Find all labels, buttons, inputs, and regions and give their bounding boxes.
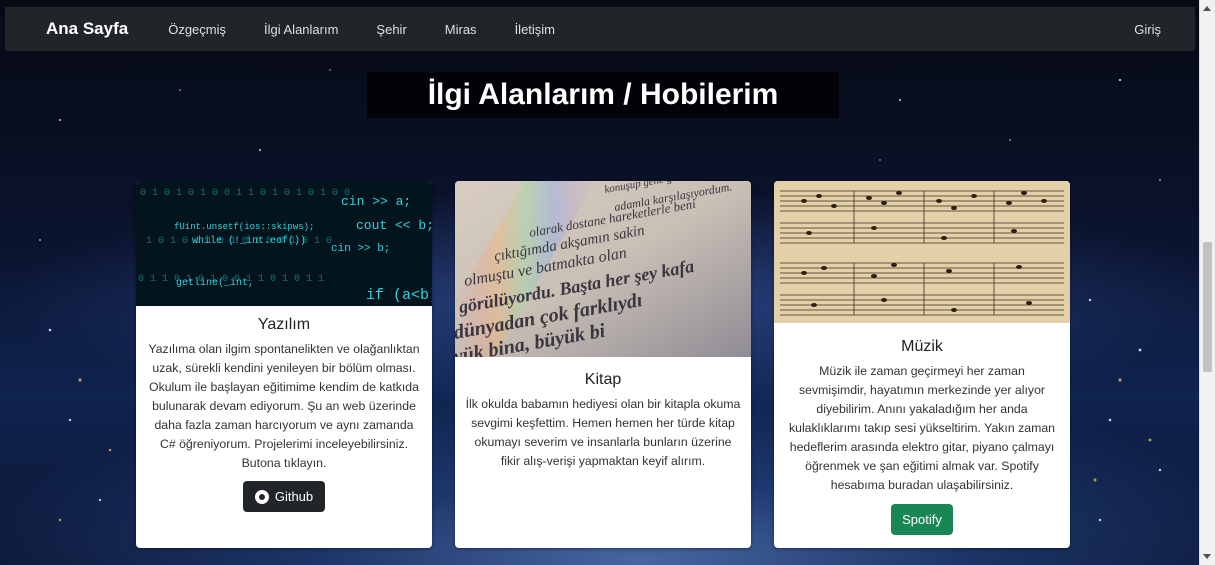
card-music: Müzik Müzik ile zaman geçirmeyi her zama… (774, 181, 1070, 548)
card-book-body: Kitap İlk okulda babamın hediyesi olan b… (455, 371, 751, 471)
page-background: Ana Sayfa Özgeçmiş İlgi Alanlarım Şehir … (0, 0, 1200, 565)
sheet-music-image (774, 181, 1070, 323)
book-page-image: konuşup gene gittikçe adamla karşılaşıyo… (455, 181, 751, 357)
code-line: getline(_int, (176, 277, 254, 289)
code-background-image: 0 1 0 1 0 1 0 0 1 1 0 1 0 1 0 1 0 0 1 0 … (136, 181, 432, 306)
card-text-book: İlk okulda babamın hediyesi olan bir kit… (465, 397, 741, 468)
spotify-button-label: Spotify (902, 512, 942, 527)
nav-link-ozgecmis[interactable]: Özgeçmiş (168, 22, 226, 37)
card-software-body: Yazılım Yazılıma olan ilgim spontanelikt… (136, 316, 432, 512)
github-icon (254, 489, 269, 504)
card-text-music: Müzik ile zaman geçirmeyi her zaman sevm… (788, 364, 1056, 492)
code-line: cin >> a; (341, 194, 411, 209)
github-button-label: Github (274, 489, 314, 504)
card-title-software: Yazılım (257, 316, 311, 333)
login-link[interactable]: Giriş (1134, 22, 1161, 37)
github-button[interactable]: Github (242, 481, 326, 512)
card-title-music: Müzik (901, 338, 943, 355)
navbar: Ana Sayfa Özgeçmiş İlgi Alanlarım Şehir … (5, 7, 1195, 51)
page-title-box: İlgi Alanlarım / Hobilerim (367, 72, 839, 118)
card-music-body: Müzik Müzik ile zaman geçirmeyi her zama… (774, 338, 1070, 535)
code-line: cout << b; (356, 218, 432, 233)
code-line: while (!_int.eof()) (192, 235, 306, 247)
scroll-up-arrow-icon[interactable] (1203, 6, 1211, 11)
scroll-down-arrow-icon[interactable] (1203, 554, 1211, 559)
nav-link-ilgi-alanlarim[interactable]: İlgi Alanlarım (264, 22, 338, 37)
page-title: İlgi Alanlarım / Hobilerim (427, 78, 779, 111)
code-line: fUint.unsetf(ios::skipws); (174, 222, 314, 232)
scroll-thumb[interactable] (1203, 242, 1212, 372)
card-title-book: Kitap (584, 371, 622, 388)
nav-link-miras[interactable]: Miras (445, 22, 477, 37)
card-software: 0 1 0 1 0 1 0 0 1 1 0 1 0 1 0 1 0 0 1 0 … (136, 181, 432, 548)
brand-link[interactable]: Ana Sayfa (46, 19, 128, 39)
card-text-software: Yazılıma olan ilgim spontanelikten ve ol… (148, 342, 420, 470)
svg-text:0 1 0 1 0 1 0 0 1 1 0 1 0 1 0: 0 1 0 1 0 1 0 0 1 1 0 1 0 1 0 1 0 0 (140, 188, 350, 199)
code-line: if (a<b) (366, 287, 432, 304)
nav-link-sehir[interactable]: Şehir (376, 22, 406, 37)
card-book: konuşup gene gittikçe adamla karşılaşıyo… (455, 181, 751, 548)
spotify-button[interactable]: Spotify (891, 504, 953, 535)
vertical-scrollbar[interactable] (1199, 0, 1215, 565)
code-line: cin >> b; (331, 243, 390, 255)
nav-link-iletisim[interactable]: İletişim (515, 22, 555, 37)
